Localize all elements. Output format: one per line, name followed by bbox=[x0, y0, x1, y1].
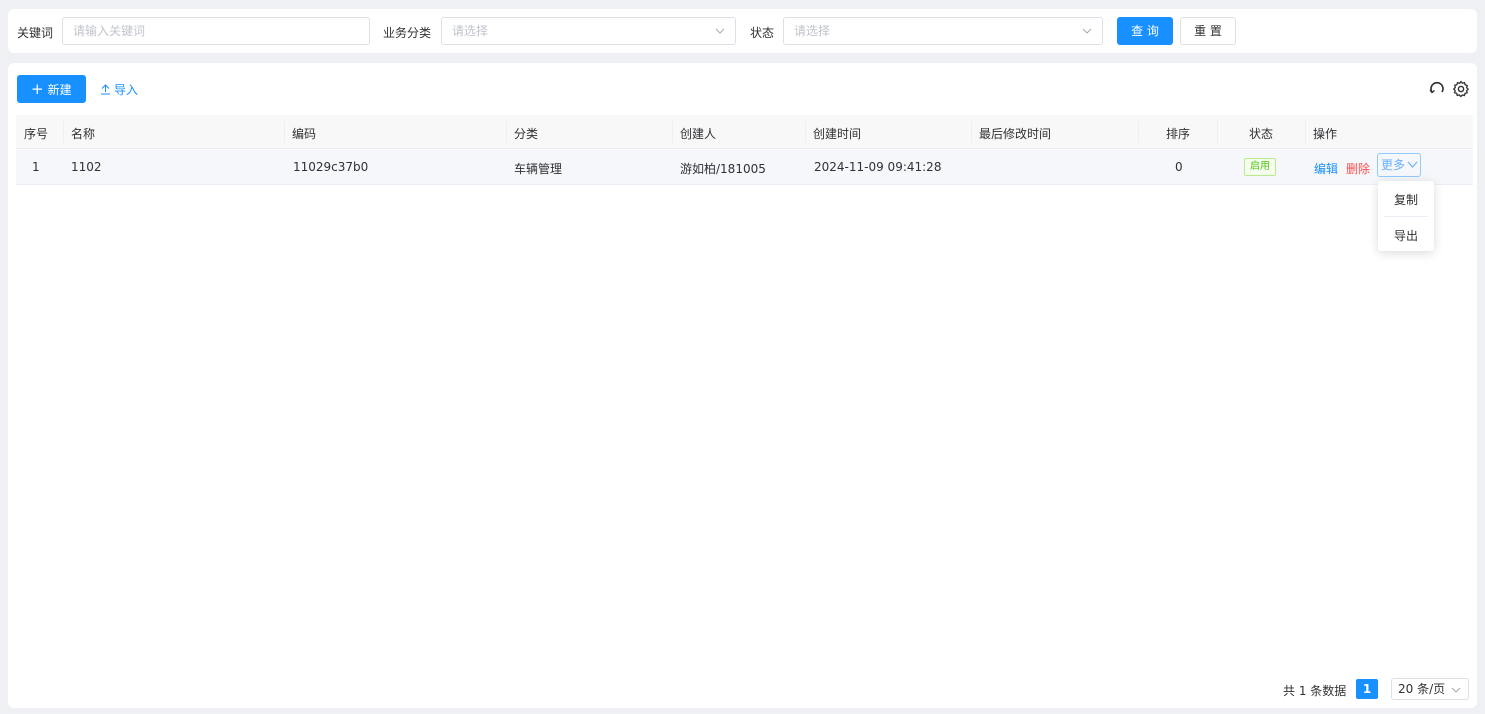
cell-creator: 游如柏/181005 bbox=[680, 162, 766, 176]
more-dropdown-menu: 复制 导出 bbox=[1378, 181, 1434, 251]
col-name: 名称 bbox=[71, 127, 96, 141]
main-panel: + 新建 导入 序号 名称 编码 分类 创建人 创建时间 最后修改时间 排序 状态… bbox=[8, 63, 1477, 708]
new-button[interactable]: + 新建 bbox=[17, 75, 86, 103]
reset-button[interactable]: 重 置 bbox=[1180, 17, 1236, 45]
chevron-down-icon bbox=[1407, 161, 1418, 168]
upload-icon bbox=[101, 84, 110, 95]
page-size-select[interactable]: 20 条/页 bbox=[1391, 678, 1469, 700]
import-button-label: 导入 bbox=[114, 83, 139, 97]
cell-created: 2024-11-09 09:41:28 bbox=[814, 160, 942, 174]
category-placeholder: 请选择 bbox=[452, 24, 489, 38]
more-button[interactable]: 更多 bbox=[1377, 153, 1422, 177]
cell-index: 1 bbox=[32, 160, 40, 174]
col-category: 分类 bbox=[514, 127, 539, 141]
import-button[interactable]: 导入 bbox=[100, 81, 138, 98]
category-select[interactable]: 请选择 bbox=[441, 17, 736, 45]
more-button-label: 更多 bbox=[1381, 158, 1406, 172]
keyword-label: 关键词 bbox=[17, 26, 54, 40]
cell-sort: 0 bbox=[1175, 160, 1183, 174]
keyword-input[interactable]: 请输入关键词 bbox=[62, 17, 370, 45]
menu-item-export[interactable]: 导出 bbox=[1378, 227, 1434, 244]
pager-total: 共 1 条数据 bbox=[1283, 684, 1347, 698]
filter-bar: 关键词 请输入关键词 业务分类 请选择 状态 请选择 查 询 重 置 bbox=[8, 9, 1477, 53]
new-button-label: 新建 bbox=[47, 83, 72, 97]
chevron-down-icon bbox=[1082, 28, 1092, 34]
status-select[interactable]: 请选择 bbox=[783, 17, 1103, 45]
col-status: 状态 bbox=[1249, 127, 1274, 141]
gear-icon[interactable] bbox=[1452, 80, 1470, 98]
category-label: 业务分类 bbox=[383, 26, 432, 40]
chevron-down-icon bbox=[715, 28, 725, 34]
col-actions: 操作 bbox=[1313, 127, 1338, 141]
status-badge: 启用 bbox=[1244, 158, 1276, 176]
refresh-icon[interactable] bbox=[1428, 80, 1446, 98]
status-label: 状态 bbox=[750, 26, 775, 40]
col-modified: 最后修改时间 bbox=[979, 127, 1052, 141]
table-row[interactable]: 1 1102 11029c37b0 车辆管理 游如柏/181005 2024-1… bbox=[16, 150, 1473, 185]
keyword-placeholder: 请输入关键词 bbox=[73, 24, 146, 38]
col-sort: 排序 bbox=[1166, 127, 1191, 141]
cell-code: 11029c37b0 bbox=[293, 160, 369, 174]
col-code: 编码 bbox=[292, 127, 317, 141]
query-button[interactable]: 查 询 bbox=[1117, 17, 1173, 45]
menu-item-copy[interactable]: 复制 bbox=[1378, 191, 1434, 208]
cell-name: 1102 bbox=[71, 160, 102, 174]
menu-divider bbox=[1384, 216, 1428, 217]
col-creator: 创建人 bbox=[680, 127, 717, 141]
col-index: 序号 bbox=[24, 127, 49, 141]
table-header: 序号 名称 编码 分类 创建人 创建时间 最后修改时间 排序 状态 操作 bbox=[16, 115, 1473, 149]
edit-link[interactable]: 编辑 bbox=[1314, 160, 1338, 177]
page-size-label: 20 条/页 bbox=[1398, 682, 1446, 696]
cell-category: 车辆管理 bbox=[514, 162, 563, 176]
pager-page-current[interactable]: 1 bbox=[1356, 679, 1378, 699]
col-created: 创建时间 bbox=[813, 127, 862, 141]
plus-icon: + bbox=[31, 80, 44, 98]
chevron-down-icon bbox=[1451, 687, 1461, 693]
status-placeholder: 请选择 bbox=[794, 24, 831, 38]
delete-link[interactable]: 删除 bbox=[1346, 160, 1370, 177]
